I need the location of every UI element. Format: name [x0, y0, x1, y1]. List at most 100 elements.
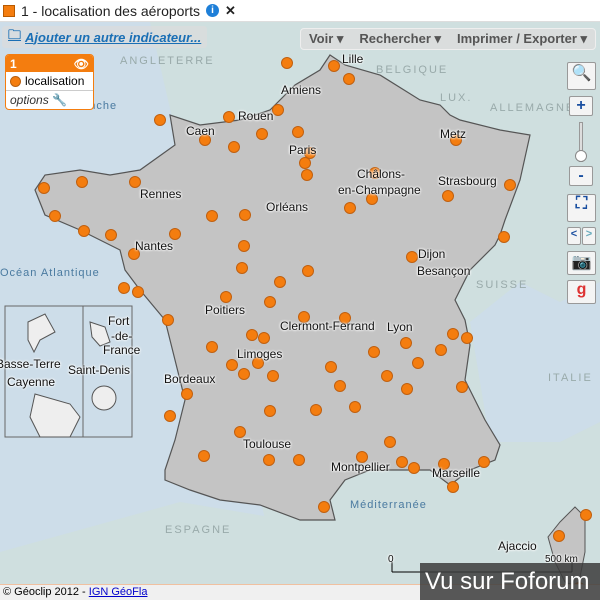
airport-marker[interactable]	[580, 509, 592, 521]
airport-marker[interactable]	[343, 73, 355, 85]
city-label: Lille	[342, 52, 364, 66]
city-label: Metz	[440, 127, 467, 141]
airport-marker[interactable]	[38, 182, 50, 194]
airport-marker[interactable]	[299, 157, 311, 169]
indicator-title: 1 - localisation des aéroports	[21, 2, 200, 19]
zoom-slider[interactable]	[575, 122, 587, 162]
airport-marker[interactable]	[258, 332, 270, 344]
google-button[interactable]: g	[567, 280, 596, 304]
airport-marker[interactable]	[164, 410, 176, 422]
zoom-box-button[interactable]: 🔍	[567, 62, 596, 90]
ign-link[interactable]: IGN GéoFla	[89, 586, 148, 598]
airport-marker[interactable]	[105, 229, 117, 241]
airport-marker[interactable]	[267, 370, 279, 382]
airport-marker[interactable]	[310, 404, 322, 416]
airport-marker[interactable]	[401, 383, 413, 395]
airport-marker[interactable]	[220, 291, 232, 303]
airport-marker[interactable]	[238, 368, 250, 380]
eye-icon[interactable]: 👁	[74, 57, 89, 71]
airport-marker[interactable]	[181, 388, 193, 400]
airport-marker[interactable]	[447, 328, 459, 340]
airport-marker[interactable]	[169, 228, 181, 240]
airport-marker[interactable]	[49, 210, 61, 222]
airport-marker[interactable]	[226, 359, 238, 371]
airport-marker[interactable]	[334, 380, 346, 392]
camera-button[interactable]: 📷	[567, 251, 596, 275]
airport-marker[interactable]	[412, 357, 424, 369]
airport-marker[interactable]	[292, 126, 304, 138]
title-bar: 1 - localisation des aéroports i ✕	[0, 0, 600, 22]
zoom-out-button[interactable]: -	[569, 166, 593, 186]
fullscreen-button[interactable]: ⛶	[567, 194, 596, 222]
menu-voir[interactable]: Voir ▾	[309, 31, 343, 47]
airport-marker[interactable]	[154, 114, 166, 126]
options-button[interactable]: options 🔧	[6, 91, 93, 109]
folder-icon: 🗀	[8, 27, 22, 42]
reunion	[91, 385, 117, 411]
airport-marker[interactable]	[301, 169, 313, 181]
airport-marker[interactable]	[384, 436, 396, 448]
airport-marker[interactable]	[76, 176, 88, 188]
menu-imprimer[interactable]: Imprimer / Exporter ▾	[457, 31, 587, 47]
country-label: ANGLETERRE	[120, 55, 215, 67]
airport-marker[interactable]	[368, 346, 380, 358]
airport-marker[interactable]	[239, 209, 251, 221]
scale-start: 0	[388, 554, 394, 565]
airport-marker[interactable]	[274, 276, 286, 288]
airport-marker[interactable]	[238, 240, 250, 252]
airport-marker[interactable]	[78, 225, 90, 237]
map[interactable]: Lille Amiens Rouen Caen Paris Metz Châlons-en-…	[0, 22, 600, 584]
city-label: Strasbourg	[438, 174, 497, 188]
airport-marker[interactable]	[442, 190, 454, 202]
airport-marker[interactable]	[198, 450, 210, 462]
airport-marker[interactable]	[264, 296, 276, 308]
airport-marker[interactable]	[461, 332, 473, 344]
airport-marker[interactable]	[256, 128, 268, 140]
airport-marker[interactable]	[234, 426, 246, 438]
airport-marker[interactable]	[328, 60, 340, 72]
airport-marker[interactable]	[456, 381, 468, 393]
airport-marker[interactable]	[553, 530, 565, 542]
airport-marker[interactable]	[447, 481, 459, 493]
airport-marker[interactable]	[408, 462, 420, 474]
airport-marker[interactable]	[132, 286, 144, 298]
airport-marker[interactable]	[162, 314, 174, 326]
airport-marker[interactable]	[118, 282, 130, 294]
airport-marker[interactable]	[381, 370, 393, 382]
airport-marker[interactable]	[293, 454, 305, 466]
next-button[interactable]: >	[582, 227, 596, 245]
airport-marker[interactable]	[236, 262, 248, 274]
airport-marker[interactable]	[406, 251, 418, 263]
airport-marker[interactable]	[129, 176, 141, 188]
airport-marker[interactable]	[302, 265, 314, 277]
airport-marker[interactable]	[396, 456, 408, 468]
airport-marker[interactable]	[349, 401, 361, 413]
airport-marker[interactable]	[435, 344, 447, 356]
airport-marker[interactable]	[223, 111, 235, 123]
airport-marker[interactable]	[246, 329, 258, 341]
airport-marker[interactable]	[498, 231, 510, 243]
airport-marker[interactable]	[206, 341, 218, 353]
airport-marker[interactable]	[206, 210, 218, 222]
zoom-in-button[interactable]: +	[569, 96, 593, 116]
legend-item-label: localisation	[25, 74, 85, 88]
airport-marker[interactable]	[263, 454, 275, 466]
close-icon[interactable]: ✕	[225, 3, 236, 19]
info-icon[interactable]: i	[206, 4, 219, 17]
city-label: Nantes	[135, 239, 174, 253]
airport-marker[interactable]	[318, 501, 330, 513]
airport-marker[interactable]	[228, 141, 240, 153]
airport-marker[interactable]	[325, 361, 337, 373]
airport-marker[interactable]	[400, 337, 412, 349]
airport-marker[interactable]	[344, 202, 356, 214]
airport-marker[interactable]	[281, 57, 293, 69]
city-label: Caen	[186, 124, 215, 138]
airport-marker[interactable]	[272, 104, 284, 116]
country-label: ESPAGNE	[165, 524, 232, 536]
menu-rechercher[interactable]: Rechercher ▾	[359, 31, 441, 47]
airport-marker[interactable]	[264, 405, 276, 417]
airport-marker[interactable]	[504, 179, 516, 191]
prev-button[interactable]: <	[567, 227, 581, 245]
airport-marker[interactable]	[478, 456, 490, 468]
add-indicator-link[interactable]: 🗀 Ajouter un autre indicateur...	[2, 26, 208, 48]
